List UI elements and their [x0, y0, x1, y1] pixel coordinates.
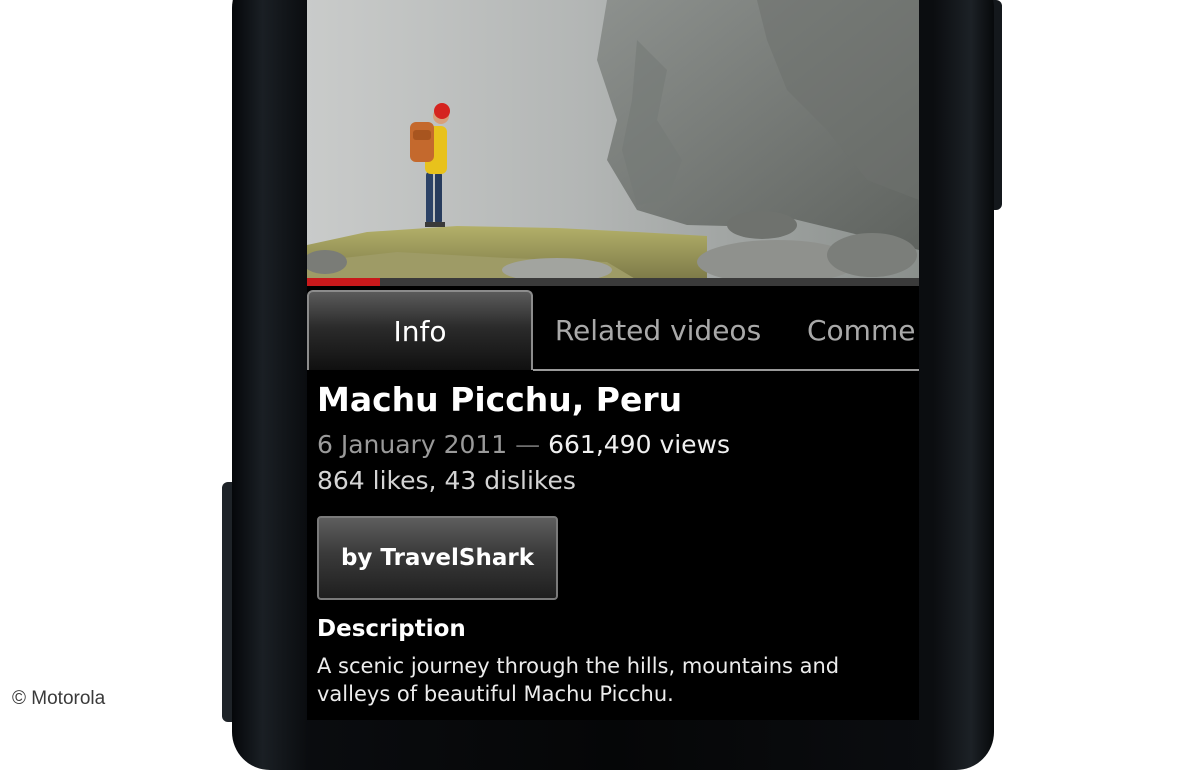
tab-bar: Info Related videos Comme — [307, 290, 919, 372]
tab-related-videos[interactable]: Related videos — [545, 290, 771, 370]
phone-screen: Info Related videos Comme Machu Picchu, … — [307, 0, 919, 720]
view-count: 661,490 views — [548, 430, 731, 459]
upload-date: 6 January 2011 — [317, 430, 508, 459]
description-text: A scenic journey through the hills, moun… — [317, 654, 840, 706]
video-frame-image — [307, 0, 919, 280]
tab-info[interactable]: Info — [307, 290, 533, 370]
video-progress-fill — [307, 278, 381, 286]
meta-separator: — — [515, 430, 541, 459]
author-button[interactable]: by TravelShark — [317, 516, 558, 600]
copyright-watermark: © Motorola — [12, 688, 106, 709]
likes-dislikes: 864 likes, 43 dislikes — [317, 466, 576, 495]
video-meta: 6 January 2011 — 661,490 views — [317, 430, 730, 459]
description-heading: Description — [317, 616, 466, 642]
tab-comments[interactable]: Comme — [807, 290, 919, 370]
video-player[interactable] — [307, 0, 919, 280]
video-progress-bar[interactable] — [307, 278, 919, 286]
video-title: Machu Picchu, Peru — [317, 380, 683, 419]
